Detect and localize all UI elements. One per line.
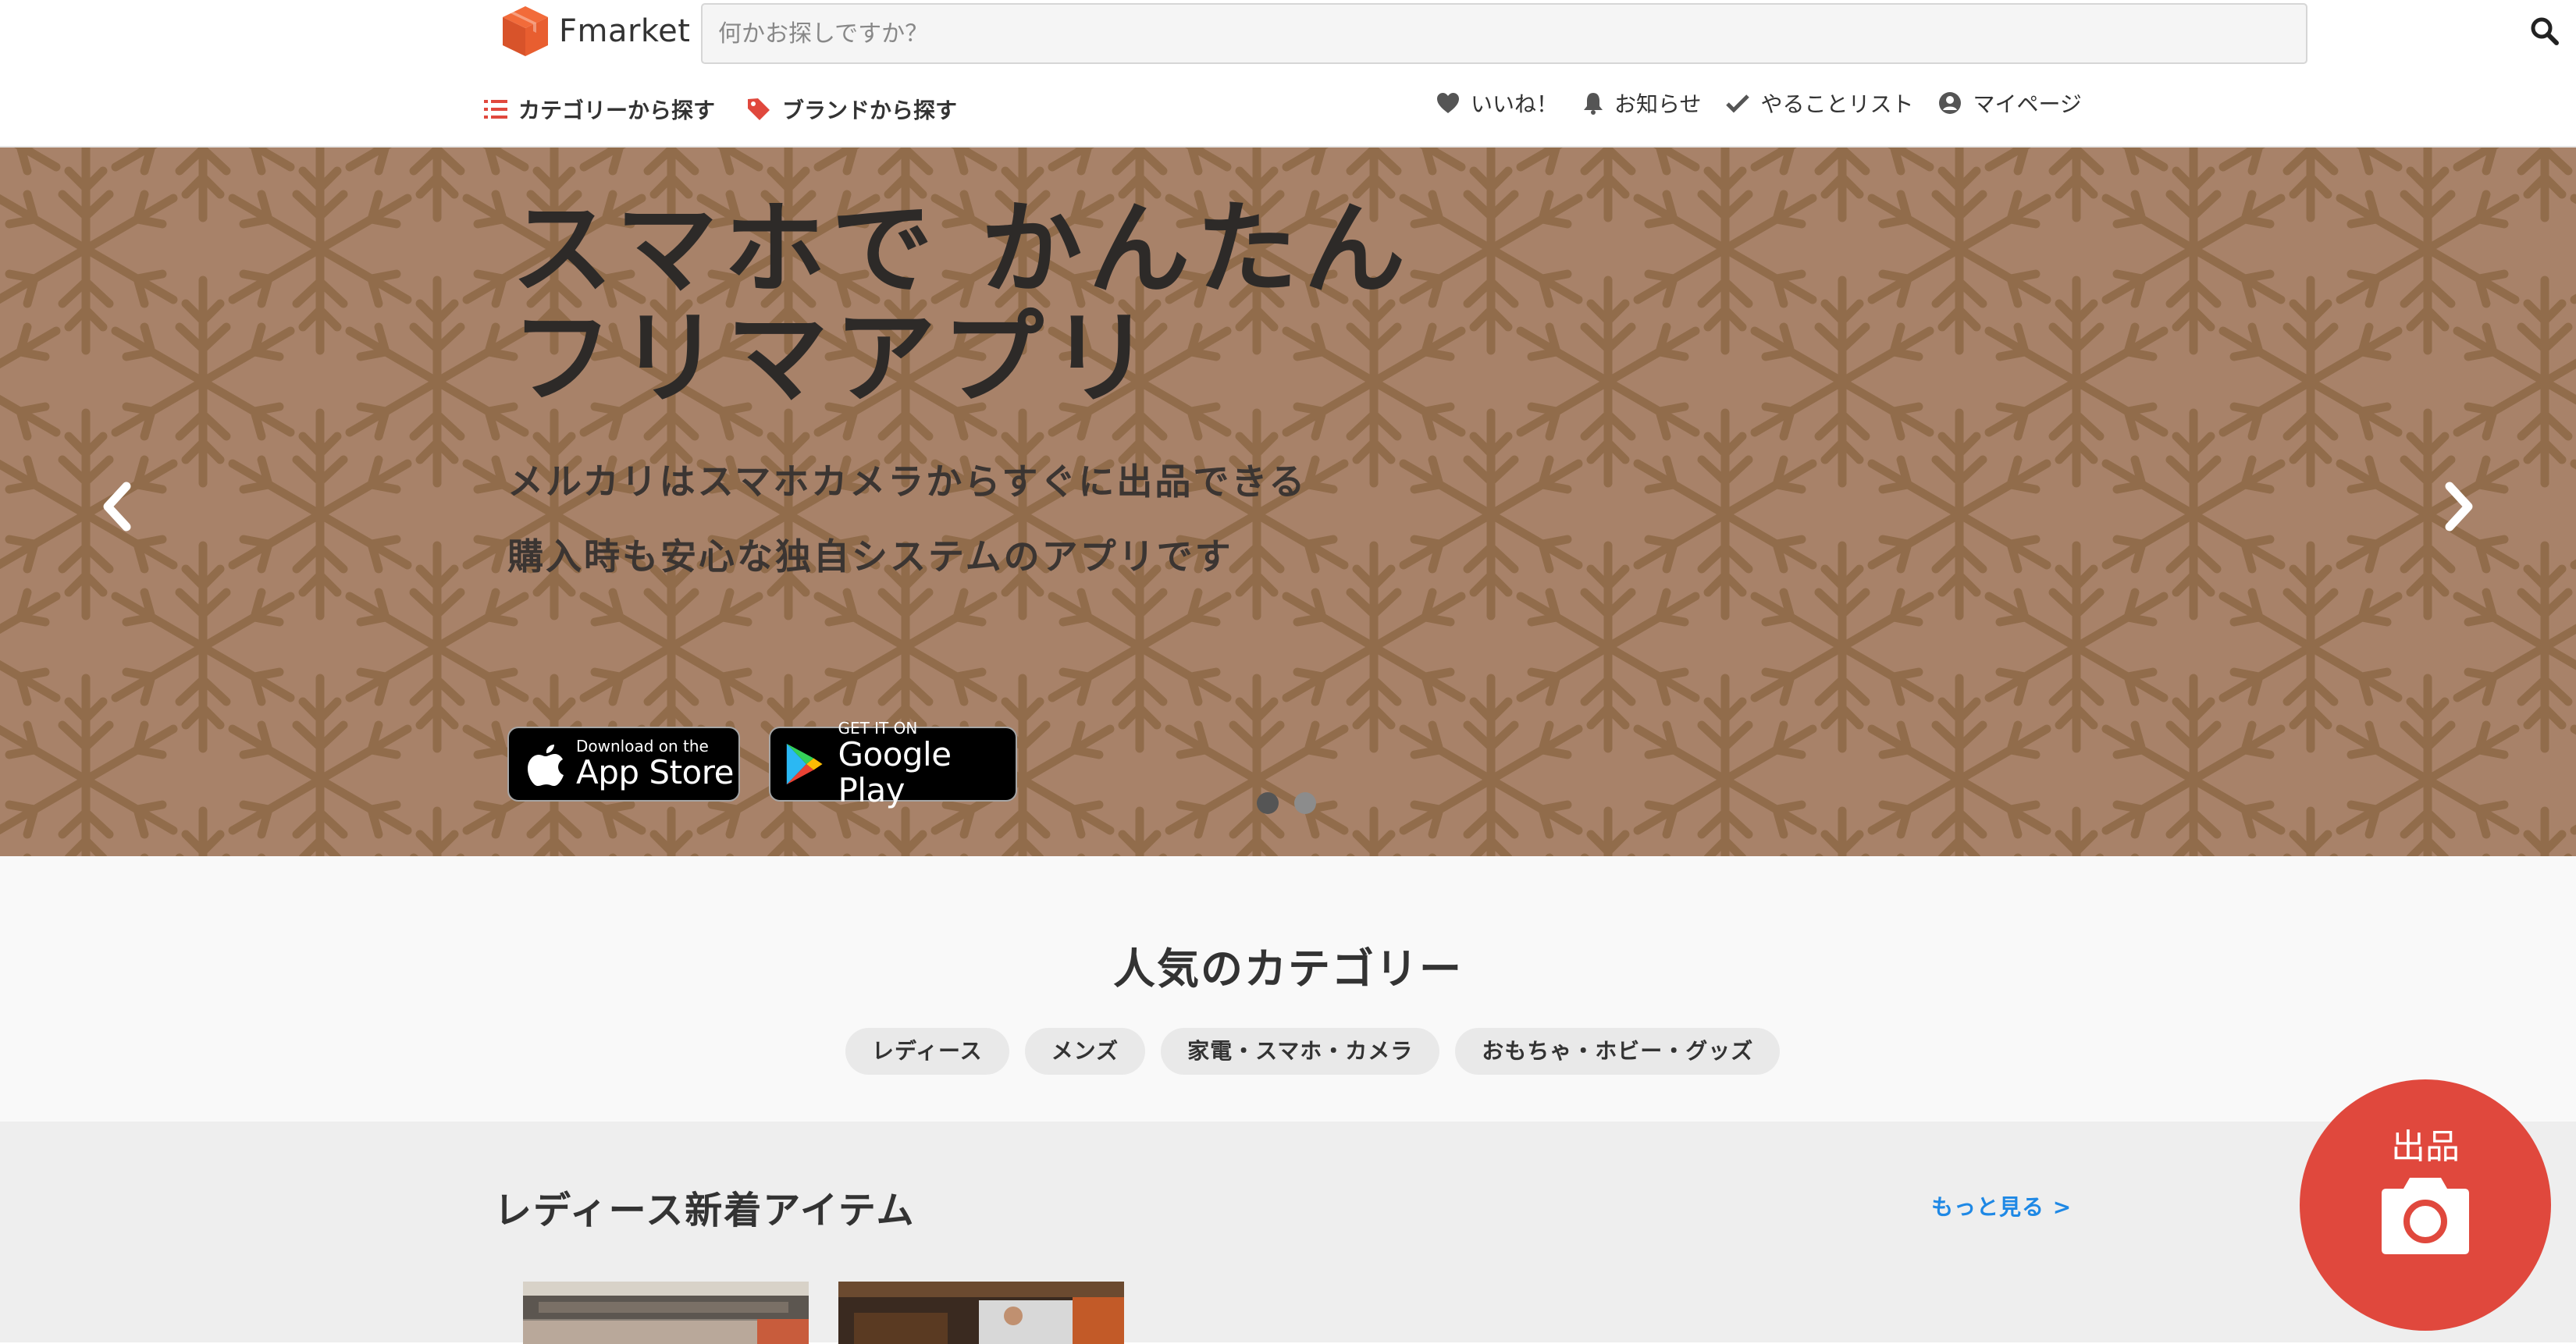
check-icon (1726, 94, 1750, 113)
category-chip-electronics[interactable]: 家電・スマホ・カメラ (1161, 1028, 1440, 1075)
google-play-icon (786, 743, 823, 785)
list-icon (484, 100, 507, 119)
bell-icon (1584, 93, 1603, 115)
popular-categories-section: 人気のカテゴリー レディース メンズ 家電・スマホ・カメラ おもちゃ・ホビー・グ… (0, 856, 2576, 1122)
popular-categories-title: 人気のカテゴリー (1113, 944, 1463, 994)
hero-title-line1: スマホで かんたん (511, 190, 1412, 308)
app-store-big: App Store (576, 753, 734, 791)
nav-todo[interactable]: やることリスト (1726, 87, 1913, 119)
site-header: Fmarket カテゴリーから探す ブランドから探す (0, 0, 2576, 148)
hero-sub-line2: 購入時も安心な独自システムのアプリです (507, 535, 1233, 578)
hero-title-line2: フリマアプリ (511, 299, 1158, 418)
hero-title: スマホで かんたん フリマアプリ (511, 194, 1411, 413)
category-chip-ladies[interactable]: レディース (845, 1028, 1009, 1075)
carousel-dot-2[interactable] (1294, 792, 1316, 814)
google-play-small: GET IT ON (838, 719, 918, 738)
box-logo-icon (503, 6, 548, 56)
logo[interactable]: Fmarket (500, 2, 690, 61)
item-photo (838, 1282, 1124, 1344)
tag-icon (748, 98, 770, 120)
nav-category-label: カテゴリーから探す (518, 98, 716, 123)
search-input[interactable] (701, 3, 2307, 64)
carousel-next-icon[interactable] (2435, 475, 2482, 538)
item-thumbnail[interactable] (523, 1282, 809, 1344)
logo-text: Fmarket (559, 13, 691, 49)
category-chip-mens[interactable]: メンズ (1024, 1028, 1146, 1075)
nav-likes-label: いいね！ (1471, 91, 1559, 117)
nav-brand-label: ブランドから探す (782, 98, 958, 123)
new-items-title: レディース新着アイテム (494, 1189, 916, 1232)
carousel-dots (1257, 792, 1332, 814)
nav-mypage-label: マイページ (1973, 91, 2082, 117)
google-play-big: Google Play (838, 735, 952, 809)
nav-likes[interactable]: いいね！ (1436, 87, 1558, 119)
hero-sub-line1: メルカリはスマホカメラからすぐに出品できる (507, 460, 1308, 503)
nav-right: いいね！ お知らせ やることリスト マイページ (1436, 87, 2107, 119)
sell-button[interactable]: 出品 (2300, 1079, 2551, 1331)
camera-icon (2382, 1178, 2469, 1254)
user-icon (1939, 92, 1962, 114)
nav-mypage[interactable]: マイページ (1938, 87, 2082, 119)
carousel-dot-1[interactable] (1257, 792, 1279, 814)
heart-icon (1437, 93, 1459, 113)
item-thumbnail[interactable] (838, 1282, 1124, 1344)
category-chip-toys[interactable]: おもちゃ・ホビー・グッズ (1455, 1028, 1781, 1075)
hero-subtitle: メルカリはスマホカメラからすぐに出品できる 購入時も安心な独自システムのアプリで… (507, 444, 1307, 594)
google-play-button[interactable]: GET IT ON Google Play (769, 720, 1017, 809)
carousel-prev-icon[interactable] (94, 475, 141, 538)
nav-notifications[interactable]: お知らせ (1583, 87, 1701, 119)
hero-carousel: スマホで かんたん フリマアプリ メルカリはスマホカメラからすぐに出品できる 購… (0, 148, 2576, 856)
nav-todo-label: やることリスト (1760, 91, 1914, 117)
search-icon[interactable] (2529, 16, 2560, 47)
nav-category-search[interactable]: カテゴリーから探す (484, 94, 715, 125)
nav-notifications-label: お知らせ (1614, 91, 1702, 117)
sell-button-label: 出品 (2391, 1127, 2460, 1167)
nav-left: カテゴリーから探す ブランドから探す (484, 94, 957, 125)
apple-icon (528, 745, 564, 786)
see-more-link[interactable]: もっと見る > (1931, 1190, 2072, 1221)
app-store-small: Download on the (576, 737, 709, 756)
new-items-section: レディース新着アイテム もっと見る > (0, 1122, 2576, 1344)
item-photo (523, 1282, 809, 1344)
nav-brand-search[interactable]: ブランドから探す (746, 94, 957, 125)
category-chips: レディース メンズ 家電・スマホ・カメラ おもちゃ・ホビー・グッズ (845, 1028, 1795, 1075)
app-store-button[interactable]: Download on the App Store (507, 727, 740, 802)
